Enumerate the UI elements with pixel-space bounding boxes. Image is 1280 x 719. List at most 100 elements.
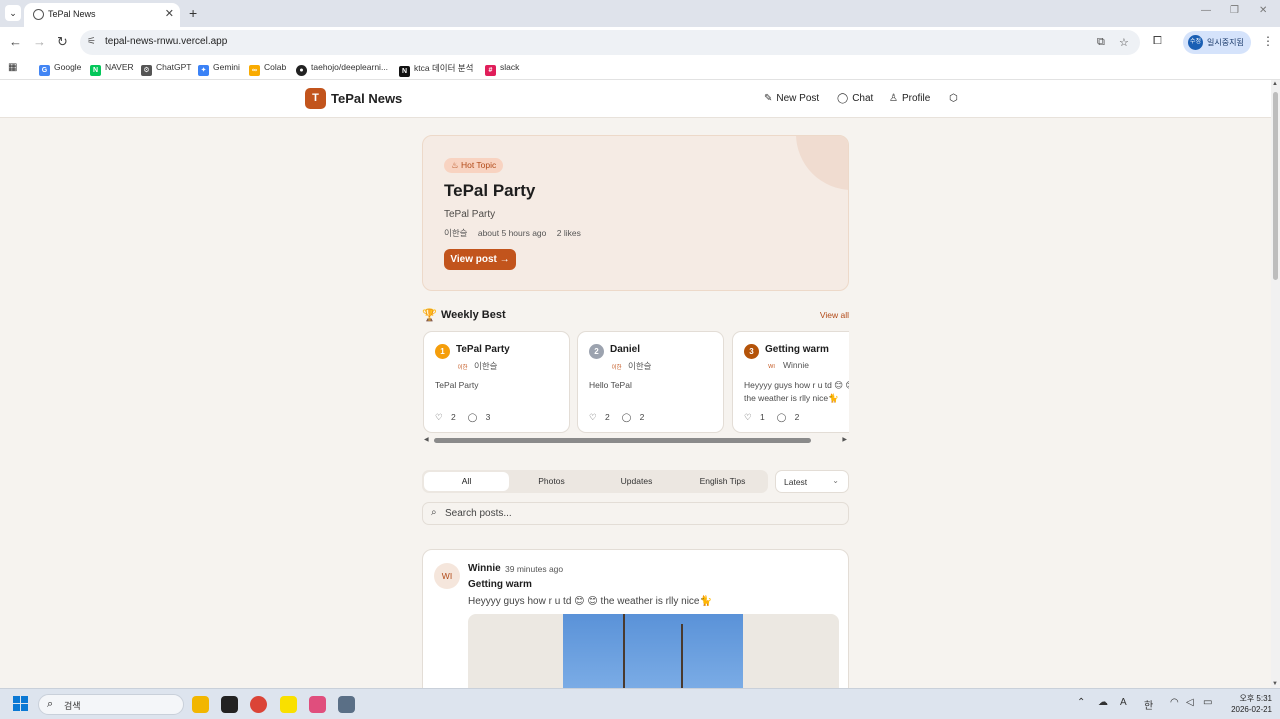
card-title: TePal Party — [456, 344, 510, 355]
minimize-icon[interactable]: — — [1201, 5, 1211, 16]
scroll-up-icon[interactable]: ▲ — [1272, 81, 1278, 87]
new-tab-icon[interactable]: + — [189, 5, 197, 21]
reload-icon[interactable]: ↻ — [57, 34, 68, 50]
bookmark-naver[interactable]: N NAVER — [90, 62, 134, 76]
address-bar[interactable]: ⚟ tepal-news-rnwu.vercel.app ⧉ ☆ — [80, 30, 1140, 55]
apps-grid-icon[interactable]: ▦ — [8, 62, 17, 73]
volume-icon[interactable]: ◁ — [1186, 697, 1194, 708]
github-icon: ● — [296, 65, 307, 76]
post-author[interactable]: Winnie — [468, 563, 501, 574]
browser-tab[interactable]: TePal News ✕ — [24, 3, 180, 27]
url-text[interactable]: tepal-news-rnwu.vercel.app — [105, 36, 227, 47]
card-body: Hello TePal — [589, 380, 632, 390]
tab-close-icon[interactable]: ✕ — [165, 7, 174, 20]
scroll-down-icon[interactable]: ▼ — [1272, 681, 1278, 687]
page-scrollbar[interactable]: ▲ ▼ — [1271, 80, 1280, 688]
restore-icon[interactable]: ❐ — [1230, 5, 1239, 16]
globe-icon — [33, 9, 44, 20]
weekly-best-card[interactable]: 2 Daniel 이한 이한슬 Hello TePal ♡ 2 ◯ 2 — [577, 331, 724, 433]
cloud-off-icon[interactable]: ☁ — [1098, 697, 1108, 708]
app-title[interactable]: TePal News — [331, 91, 402, 106]
card-title: Getting warm — [765, 344, 829, 355]
bookmark-slack[interactable]: # slack — [485, 62, 519, 76]
profile-button[interactable]: 수정 일시중지됨 — [1183, 31, 1251, 54]
post-time: 39 minutes ago — [505, 564, 564, 574]
view-all-link[interactable]: View all — [820, 310, 849, 320]
google-icon: G — [39, 65, 50, 76]
chrome-icon[interactable] — [250, 696, 267, 713]
bookmark-ktca[interactable]: Nktca 데이터 분석 — [399, 62, 473, 77]
post-title[interactable]: Getting warm — [468, 579, 532, 590]
card-author: 이한 이한슬 — [457, 361, 498, 371]
logo-icon[interactable]: T — [305, 88, 326, 109]
extensions-icon[interactable]: ⧠ — [1153, 35, 1162, 48]
bookmark-star-icon[interactable]: ☆ — [1119, 36, 1129, 49]
shield-icon[interactable]: ⬡ — [949, 93, 958, 104]
weekly-best-card[interactable]: 3 Getting warm WI Winnie Heyyyy guys how … — [732, 331, 849, 433]
hot-topic-likes: 2 likes — [556, 228, 581, 238]
weekly-best-title: Weekly Best — [441, 309, 506, 321]
chat-bubble-icon: ◯ — [837, 93, 849, 104]
weekly-best-carousel[interactable]: 1 TePal Party 이한 이한슬 TePal Party ♡ 2 ◯ 3 2… — [422, 331, 849, 434]
gemini-icon: ✦ — [198, 65, 209, 76]
menu-kebab-icon[interactable]: ⋮ — [1262, 34, 1274, 48]
bookmark-chatgpt[interactable]: ⚙ ChatGPT — [141, 62, 191, 76]
app-header: T TePal News ✎ New Post ◯ Chat ♙ Profile ⬡ — [0, 80, 1271, 118]
close-window-icon[interactable]: ✕ — [1259, 5, 1267, 16]
tab-all[interactable]: All — [424, 472, 509, 491]
tab-english-tips[interactable]: English Tips — [680, 472, 765, 491]
tab-photos[interactable]: Photos — [509, 472, 594, 491]
scrollbar-thumb[interactable] — [434, 438, 811, 443]
bookmark-colab[interactable]: ∞ Colab — [249, 62, 286, 76]
bookmark-gemini[interactable]: ✦ Gemini — [198, 62, 240, 76]
tab-title: TePal News — [48, 9, 96, 19]
hot-topic-title: TePal Party — [444, 181, 536, 200]
taskbar-search[interactable]: ⌕ 검색 — [38, 694, 184, 715]
avatar: 수정 — [1188, 35, 1203, 50]
kakaotalk-icon[interactable] — [280, 696, 297, 713]
bookmark-google[interactable]: G Google — [39, 62, 81, 76]
file-explorer-icon[interactable] — [192, 696, 209, 713]
ime-indicator[interactable]: 한 — [1144, 697, 1153, 712]
search-icon: ⌕ — [47, 698, 54, 710]
post-card[interactable]: WI Winnie 39 minutes ago Getting warm He… — [422, 549, 849, 709]
rank-badge: 3 — [744, 344, 759, 359]
forward-icon[interactable]: → — [33, 34, 46, 49]
scroll-left-icon[interactable]: ◀ — [424, 436, 429, 443]
card-stats: ♡ 2 ◯ 2 — [589, 412, 645, 422]
avatar: WI — [768, 364, 775, 370]
chat-button[interactable]: ◯ Chat — [837, 93, 873, 104]
view-post-button[interactable]: View post → — [444, 249, 516, 270]
chevron-up-icon[interactable]: ⌃ — [1077, 697, 1085, 708]
font-icon[interactable]: A — [1120, 697, 1127, 708]
profile-label: 일시중지됨 — [1207, 38, 1244, 47]
card-author: WI Winnie — [765, 360, 809, 372]
trophy-icon: 🏆 — [422, 308, 437, 322]
sort-select[interactable]: Latest ⌄ — [775, 470, 849, 493]
hot-topic-time: about 5 hours ago — [477, 228, 547, 238]
system-clock[interactable]: 오후 5:31 2026-02-21 — [1222, 693, 1272, 715]
snipping-tool-icon[interactable] — [309, 696, 326, 713]
search-input[interactable] — [445, 505, 840, 522]
edit-icon: ✎ — [764, 93, 773, 104]
site-info-icon[interactable]: ⚟ — [87, 36, 96, 47]
scroll-right-icon[interactable]: ▶ — [842, 436, 847, 443]
calculator-icon[interactable] — [338, 696, 355, 713]
back-icon[interactable]: ← — [9, 34, 22, 49]
new-post-button[interactable]: ✎ New Post — [764, 93, 819, 104]
tab-updates[interactable]: Updates — [594, 472, 679, 491]
profile-button[interactable]: ♙ Profile — [889, 93, 930, 104]
scrollbar-thumb[interactable] — [1273, 92, 1278, 280]
tab-search-icon[interactable]: ⌄ — [5, 5, 21, 21]
wifi-icon[interactable]: ◠ — [1170, 697, 1179, 708]
carousel-scrollbar[interactable]: ◀ ▶ — [422, 436, 849, 444]
battery-icon[interactable]: ▭ — [1203, 697, 1212, 708]
card-stats: ♡ 1 ◯ 2 — [744, 412, 800, 422]
sticky-notes-icon[interactable] — [221, 696, 238, 713]
hot-topic-card: ♨ Hot Topic TePal Party TePal Party 이한슬 … — [422, 135, 849, 291]
translate-icon[interactable]: ⧉ — [1097, 36, 1105, 49]
bookmark-github[interactable]: ● taehojo/deeplearni... — [296, 62, 388, 76]
weekly-best-card[interactable]: 1 TePal Party 이한 이한슬 TePal Party ♡ 2 ◯ 3 — [423, 331, 570, 433]
windows-start-icon[interactable] — [13, 696, 29, 712]
weekly-best-header: 🏆 Weekly Best View all — [422, 307, 849, 325]
